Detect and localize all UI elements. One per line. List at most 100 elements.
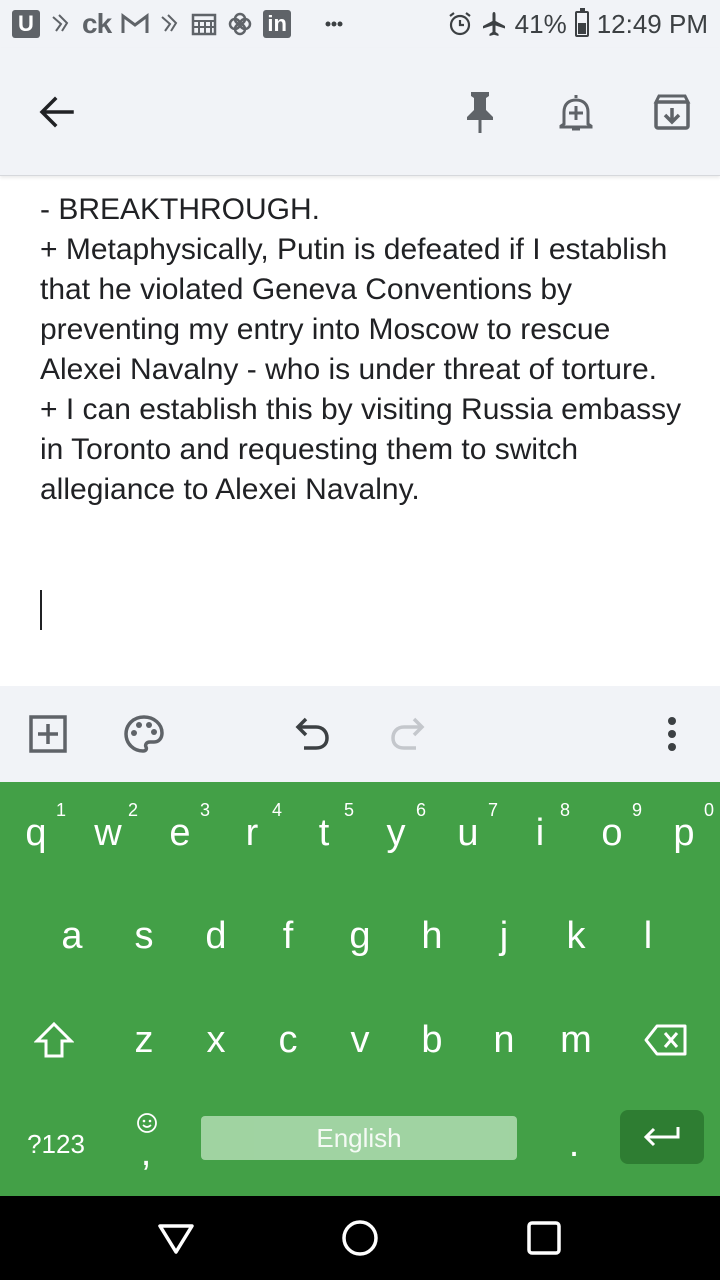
redo-button[interactable] [384, 710, 432, 758]
key-i[interactable]: 8i [504, 782, 576, 882]
add-reminder-button[interactable] [552, 88, 600, 136]
key-a[interactable]: a [36, 886, 108, 986]
space-bar[interactable]: English [201, 1116, 517, 1160]
comma-emoji-key[interactable]: , [112, 1094, 180, 1194]
key-c[interactable]: c [252, 990, 324, 1090]
key-p[interactable]: 0p [648, 782, 720, 882]
key-e[interactable]: 3e [144, 782, 216, 882]
key-h[interactable]: h [396, 886, 468, 986]
key-label: . [568, 1122, 580, 1165]
key-label: h [421, 914, 443, 957]
undo-button[interactable] [288, 710, 336, 758]
key-label: , [140, 1132, 152, 1174]
key-q[interactable]: 1q [0, 782, 72, 882]
battery-percent: 41% [514, 8, 567, 39]
key-g[interactable]: g [324, 886, 396, 986]
back-button[interactable] [32, 88, 80, 136]
key-label: e [169, 812, 191, 854]
more-vert-icon [668, 717, 676, 751]
nav-recents-button[interactable] [522, 1216, 566, 1260]
enter-key[interactable] [620, 1110, 704, 1164]
key-label: q [25, 812, 47, 854]
key-label: w [94, 812, 122, 854]
key-v[interactable]: v [324, 990, 396, 1090]
add-box-icon [29, 715, 67, 753]
back-triangle-icon [158, 1224, 194, 1254]
key-label: g [349, 914, 371, 957]
space-label: English [316, 1122, 402, 1153]
key-label: l [643, 914, 653, 957]
key-k[interactable]: k [540, 886, 612, 986]
key-label: p [673, 812, 695, 854]
nav-back-button[interactable] [154, 1216, 198, 1260]
app-bar [0, 48, 720, 176]
key-label: c [278, 1018, 298, 1061]
key-u[interactable]: 7u [432, 782, 504, 882]
airplane-icon [481, 11, 507, 37]
key-label: b [421, 1018, 443, 1061]
nav-home-button[interactable] [338, 1216, 382, 1260]
pin-button[interactable] [456, 88, 504, 136]
note-line: + I can establish this by visiting Russi… [40, 393, 690, 506]
more-dots-icon [325, 10, 343, 38]
key-f[interactable]: f [252, 886, 324, 986]
key-label: a [61, 914, 83, 957]
recents-square-icon [527, 1221, 561, 1255]
battery-icon [574, 8, 589, 37]
key-label: y [386, 812, 406, 854]
key-l[interactable]: l [612, 886, 684, 986]
key-y[interactable]: 6y [360, 782, 432, 882]
add-content-button[interactable] [24, 710, 72, 758]
archive-button[interactable] [648, 88, 696, 136]
key-label: x [206, 1018, 226, 1061]
status-time: 12:49 PM [596, 8, 708, 39]
emoji-icon [137, 1113, 157, 1133]
palette-icon [124, 715, 164, 753]
key-m[interactable]: m [540, 990, 612, 1090]
key-label: j [499, 914, 509, 957]
key-label: n [493, 1018, 515, 1061]
status-left: U ck in [12, 8, 343, 40]
note-line: + Metaphysically, Putin is defeated if I… [40, 233, 676, 386]
note-body[interactable]: - BREAKTHROUGH. + Metaphysically, Putin … [40, 190, 690, 510]
key-label: o [601, 812, 623, 854]
status-right: 41% 12:49 PM [447, 8, 708, 40]
key-s[interactable]: s [108, 886, 180, 986]
key-x[interactable]: x [180, 990, 252, 1090]
editor-toolbar [0, 686, 720, 782]
add-reminder-icon [559, 95, 593, 131]
key-d[interactable]: d [180, 886, 252, 986]
more-options-button[interactable] [648, 710, 696, 758]
shift-icon [34, 1021, 74, 1058]
text-cursor [40, 590, 42, 630]
key-o[interactable]: 9o [576, 782, 648, 882]
key-t[interactable]: 5t [288, 782, 360, 882]
gmail-icon [121, 10, 149, 38]
period-key[interactable]: . [540, 1094, 608, 1194]
nav-bar [0, 1196, 720, 1280]
status-app-text: ck [82, 8, 112, 39]
key-label: t [318, 812, 330, 854]
key-w[interactable]: 2w [72, 782, 144, 882]
key-b[interactable]: b [396, 990, 468, 1090]
key-label: i [535, 812, 545, 854]
color-button[interactable] [120, 710, 168, 758]
notification-icon [159, 10, 181, 38]
symbols-key[interactable]: ?123 [0, 1094, 112, 1194]
note-line: - BREAKTHROUGH. [40, 193, 321, 226]
backspace-key[interactable] [612, 990, 720, 1090]
enter-icon [643, 1127, 680, 1147]
key-z[interactable]: z [108, 990, 180, 1090]
shift-key[interactable] [0, 990, 108, 1090]
key-label: v [350, 1018, 370, 1061]
key-r[interactable]: 4r [216, 782, 288, 882]
notification-icon [50, 10, 72, 38]
key-label: m [560, 1018, 592, 1061]
key-j[interactable]: j [468, 886, 540, 986]
pin-icon [467, 92, 493, 133]
key-label: f [282, 914, 294, 957]
u-icon: U [12, 10, 40, 38]
home-circle-icon [342, 1220, 378, 1256]
key-n[interactable]: n [468, 990, 540, 1090]
linkedin-icon: in [263, 10, 292, 38]
